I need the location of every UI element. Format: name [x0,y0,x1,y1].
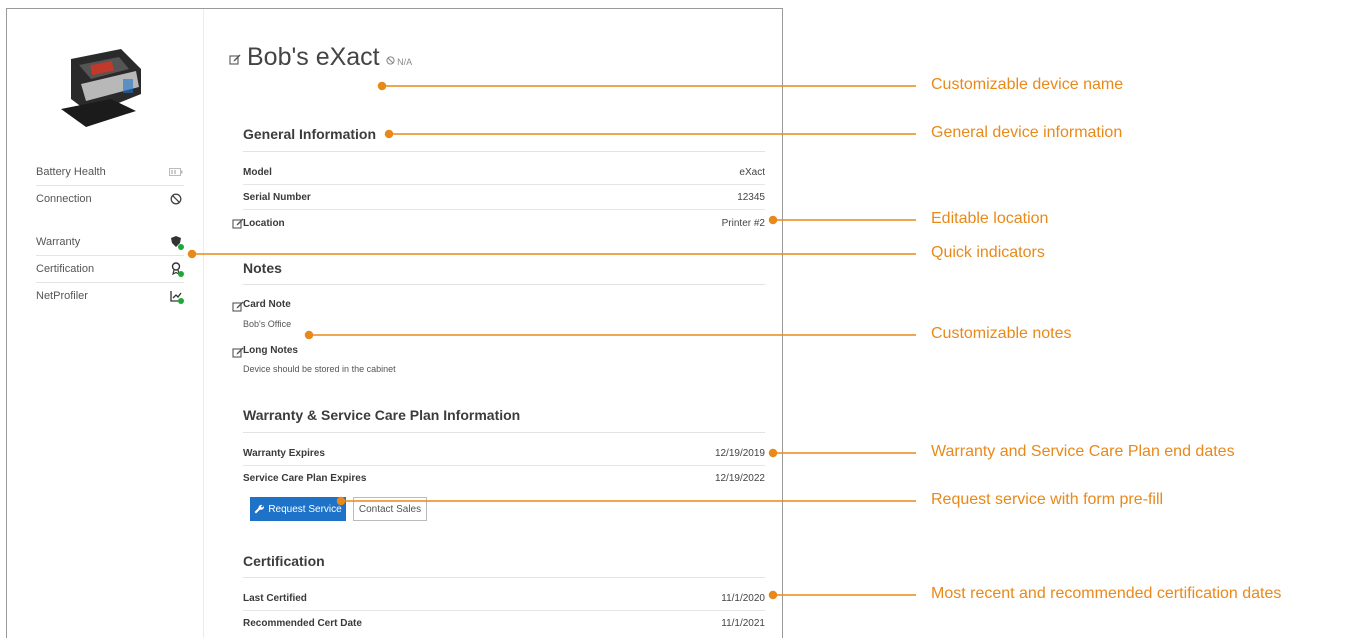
callout-quick-indicators: Quick indicators [931,244,1045,261]
callout-general-info: General device information [931,124,1123,141]
callout-notes: Customizable notes [931,325,1072,342]
callout-warranty-dates: Warranty and Service Care Plan end dates [931,443,1235,460]
callout-lines [187,81,916,600]
callout-request-service: Request service with form pre-fill [931,491,1164,508]
callout-editable-location: Editable location [931,210,1049,227]
callout-device-name: Customizable device name [931,76,1124,93]
callout-certification-dates: Most recent and recommended certificatio… [931,585,1282,602]
